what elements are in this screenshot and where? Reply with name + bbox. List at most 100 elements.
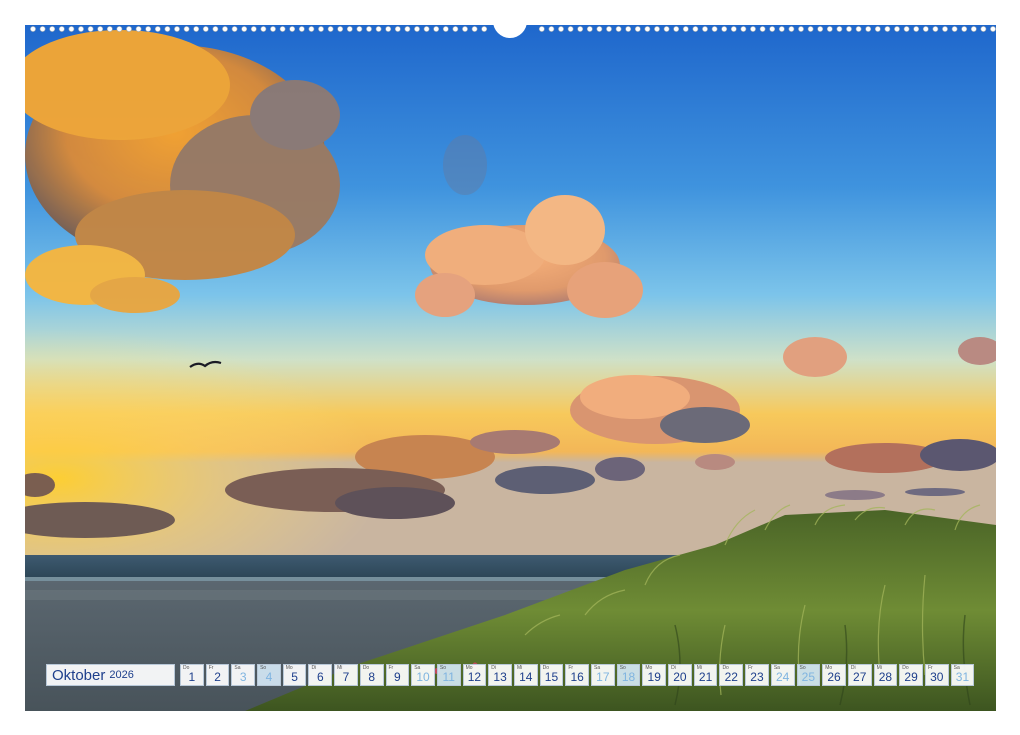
day-number: 23 [750, 670, 764, 684]
binding-hole [558, 26, 564, 32]
binding-hole [769, 26, 776, 32]
calendar-day: Mi 14 [513, 664, 538, 686]
calendar-day: Sa 24 [770, 664, 795, 686]
calendar-day: So 4 [257, 664, 281, 686]
calendar-day: So 18 [616, 664, 641, 686]
calendar-page: Oktober 2026 Do 1 Fr 2 Sa 3 So 4 Mo 5 Di 6 Mi 7 Do 8 Fr 9… [0, 0, 1020, 735]
binding-hole [116, 26, 123, 32]
day-number: 9 [394, 670, 401, 684]
binding-hole [567, 26, 574, 32]
binding-hole [778, 26, 785, 32]
day-number: 21 [698, 670, 713, 684]
binding-hole [740, 26, 747, 32]
day-number: 20 [673, 670, 687, 684]
calendar-day: Mo 19 [642, 664, 667, 686]
binding-hole [145, 26, 152, 32]
binding-hole [817, 26, 824, 32]
binding-hole [212, 26, 219, 32]
binding-hole [548, 26, 555, 32]
calendar-strip: Oktober 2026 Do 1 Fr 2 Sa 3 So 4 Mo 5 Di 6 Mi 7 Do 8 Fr 9… [46, 664, 975, 688]
binding-hole [452, 26, 459, 32]
day-number: 14 [519, 670, 533, 684]
binding-hole [798, 26, 804, 32]
binding-hole [682, 26, 689, 32]
month-name: Oktober [52, 666, 106, 684]
binding-hole [202, 26, 209, 32]
calendar-day: Mi 28 [873, 664, 898, 686]
binding-hole [788, 26, 795, 32]
day-number: 28 [878, 670, 893, 684]
calendar-day: Sa 3 [231, 664, 256, 686]
calendar-day: So 25 [796, 664, 821, 686]
calendar-day: So 11 [436, 664, 461, 686]
binding-hole [874, 26, 881, 32]
month-year: 2026 [109, 669, 134, 681]
day-number: 3 [239, 670, 247, 684]
day-number: 29 [904, 670, 918, 684]
day-number: 22 [724, 670, 738, 684]
day-number: 12 [467, 670, 482, 684]
binding-hole [644, 26, 651, 32]
day-number: 11 [442, 670, 455, 684]
calendar-day: Di 6 [308, 664, 333, 686]
binding-hole [663, 26, 670, 32]
day-number: 27 [853, 670, 867, 684]
binding-hole [913, 26, 920, 32]
binding-hole [846, 26, 852, 32]
calendar-day: Mi 21 [693, 664, 718, 686]
day-number: 10 [416, 670, 430, 684]
binding-hole [289, 26, 296, 32]
binding-hole [721, 26, 728, 32]
day-number: 13 [493, 670, 507, 684]
beach-sunset-photo [25, 25, 996, 711]
calendar-day: Do 8 [359, 664, 384, 686]
binding-hole [932, 26, 939, 32]
calendar-day: Fr 16 [565, 664, 589, 686]
calendar-day: Di 20 [668, 664, 692, 686]
binding-hole [702, 26, 708, 32]
month-label: Oktober 2026 [46, 664, 175, 686]
day-number: 6 [316, 670, 324, 684]
binding-hole [126, 26, 132, 32]
binding-hole [865, 26, 872, 32]
binding-hole [174, 26, 180, 32]
day-number: 17 [596, 670, 610, 684]
binding-hole [414, 26, 420, 32]
day-number: 15 [544, 670, 559, 684]
binding-hole [442, 26, 449, 32]
binding-hole [615, 26, 622, 32]
binding-hole [692, 26, 699, 32]
binding-hole [750, 26, 756, 32]
binding-hole [318, 26, 324, 32]
binding-hole [337, 26, 344, 32]
calendar-day: Fr 9 [385, 664, 410, 686]
calendar-day: Sa 31 [950, 664, 975, 686]
binding-hole [596, 26, 603, 32]
binding-hole [346, 26, 353, 32]
binding-hole [951, 26, 958, 32]
calendar-day: Mo 5 [282, 664, 307, 686]
day-number: 2 [214, 670, 221, 684]
binding-hole [154, 26, 161, 32]
binding-hole [193, 26, 200, 32]
day-number: 16 [570, 670, 584, 684]
binding-hole [183, 26, 190, 32]
binding-hole [625, 26, 632, 32]
binding-hole [922, 26, 929, 32]
binding-hole [471, 26, 478, 32]
day-number: 18 [621, 670, 636, 684]
binding-hole [903, 26, 910, 32]
binding-hole [39, 26, 46, 32]
binding-hole [634, 26, 641, 32]
binding-hole [308, 26, 315, 32]
calendar-day: Di 13 [488, 664, 512, 686]
binding-hole [106, 26, 113, 32]
day-number: 30 [930, 670, 944, 684]
binding-hole [884, 26, 891, 32]
calendar-day: Do 22 [719, 664, 744, 686]
binding-hole [270, 26, 276, 32]
binding-hole [385, 26, 392, 32]
calendar-day: Sa 17 [591, 664, 615, 686]
calendar-day: Mo 12 [462, 664, 487, 686]
day-number: 24 [775, 670, 790, 684]
